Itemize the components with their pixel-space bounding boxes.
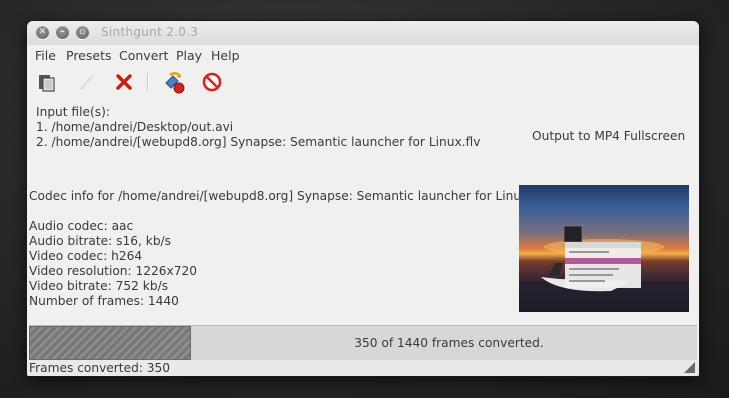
menu-convert[interactable]: Convert: [119, 48, 168, 63]
video-bitrate: Video bitrate: 752 kb/s: [29, 279, 169, 293]
window-title: Sinthgunt 2.0.3: [101, 25, 199, 39]
clear-icon: [80, 74, 94, 90]
clear-button[interactable]: [75, 71, 99, 93]
video-resolution: Video resolution: 1226x720: [29, 264, 197, 278]
stop-icon: [202, 72, 222, 92]
resize-grip-icon[interactable]: [684, 362, 695, 373]
remove-file-button[interactable]: [112, 71, 136, 93]
codec-info-heading: Codec info for /home/andrei/[webupd8.org…: [29, 189, 548, 203]
stop-button[interactable]: [200, 71, 224, 93]
video-codec: Video codec: h264: [29, 249, 143, 263]
video-thumbnail: [519, 185, 689, 312]
frames-converted-status: Frames converted: 350: [29, 361, 171, 375]
menu-file[interactable]: File: [35, 48, 56, 63]
conversion-progress-bar: 350 of 1440 frames converted.: [29, 325, 697, 361]
toolbar: [27, 68, 699, 96]
open-files-button[interactable]: [35, 71, 59, 93]
convert-icon: [165, 72, 185, 94]
input-file-1: 1. /home/andrei/Desktop/out.avi: [36, 120, 234, 134]
menu-help[interactable]: Help: [211, 48, 240, 63]
toolbar-separator: [147, 73, 148, 91]
input-file-2: 2. /home/andrei/[webupd8.org] Synapse: S…: [36, 135, 481, 149]
menu-play[interactable]: Play: [176, 48, 202, 63]
number-of-frames: Number of frames: 1440: [29, 294, 179, 308]
minimize-window-button[interactable]: –: [56, 26, 69, 39]
maximize-window-button[interactable]: ▫: [76, 26, 89, 39]
close-window-button[interactable]: ✕: [36, 26, 49, 39]
output-preset-label: Output to MP4 Fullscreen: [532, 129, 686, 143]
progress-text: 350 of 1440 frames converted.: [354, 336, 544, 350]
thumbnail-scene: [519, 225, 689, 312]
input-files-heading: Input file(s):: [36, 105, 110, 119]
menu-presets[interactable]: Presets: [66, 48, 112, 63]
convert-button[interactable]: [161, 71, 185, 94]
status-bar: Frames converted: 350: [27, 360, 699, 376]
audio-bitrate: Audio bitrate: s16, kb/s: [29, 234, 172, 248]
app-window: ✕ – ▫ Sinthgunt 2.0.3 File Presets Conve…: [27, 21, 699, 376]
remove-icon: [116, 74, 132, 90]
audio-codec: Audio codec: aac: [29, 219, 134, 233]
open-files-icon: [39, 75, 55, 92]
menu-bar: File Presets Convert Play Help: [27, 45, 699, 67]
title-bar[interactable]: ✕ – ▫ Sinthgunt 2.0.3: [27, 21, 699, 45]
